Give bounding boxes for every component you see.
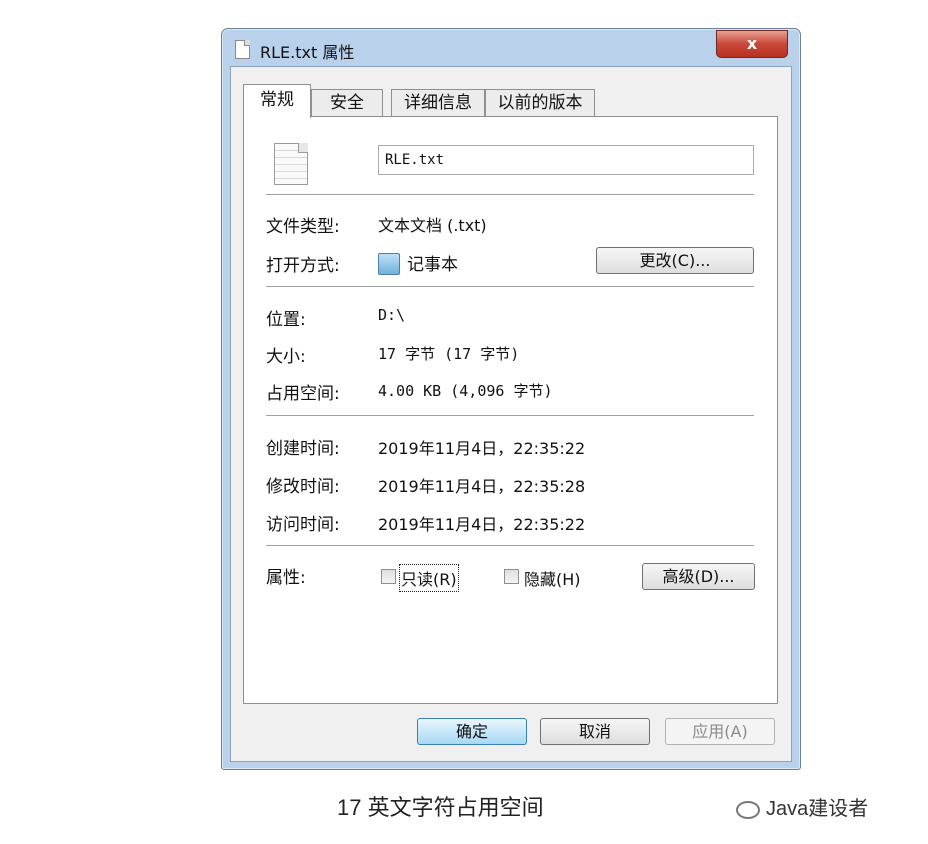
watermark: Java建设者 (736, 792, 868, 821)
attributes-label: 属性: (266, 568, 306, 588)
tab-previous-versions[interactable]: 以前的版本 (485, 89, 595, 117)
readonly-checkbox[interactable] (381, 569, 396, 584)
general-tab-panel: RLE.txt 文件类型: 文本文档 (.txt) 打开方式: 记事本 更改(C… (243, 116, 778, 704)
location-label: 位置: (266, 310, 306, 330)
created-value: 2019年11月4日，22:35:22 (378, 439, 586, 458)
size-label: 大小: (266, 347, 306, 367)
dialog-client: 常规 安全 详细信息 以前的版本 RLE.txt 文件类型: 文本文档 (.tx… (230, 66, 792, 762)
cancel-button[interactable]: 取消 (540, 718, 650, 745)
ok-button[interactable]: 确定 (417, 718, 527, 745)
title-bar[interactable]: RLE.txt 属性 x (222, 29, 800, 65)
tab-general[interactable]: 常规 (243, 84, 311, 118)
window-title: RLE.txt 属性 (260, 43, 355, 62)
modified-value: 2019年11月4日，22:35:28 (378, 477, 586, 496)
divider (266, 415, 754, 416)
watermark-text: Java建设者 (766, 798, 869, 820)
opens-with-value: 记事本 (407, 255, 458, 275)
accessed-label: 访问时间: (266, 515, 340, 535)
location-value: D:\ (378, 306, 406, 324)
tab-details[interactable]: 详细信息 (391, 89, 485, 117)
accessed-value: 2019年11月4日，22:35:22 (378, 515, 586, 534)
divider (266, 545, 754, 546)
figure-caption: 17 英文字符占用空间 (337, 795, 544, 820)
wechat-icon (736, 800, 760, 819)
properties-dialog: RLE.txt 属性 x 常规 安全 详细信息 以前的版本 RLE.txt 文件… (221, 28, 801, 770)
advanced-button[interactable]: 高级(D)... (642, 563, 755, 590)
text-file-icon (274, 143, 308, 185)
file-type-label: 文件类型: (266, 217, 340, 237)
created-label: 创建时间: (266, 439, 340, 459)
size-on-disk-value: 4.00 KB (4,096 字节) (378, 382, 553, 400)
divider (266, 194, 754, 195)
file-icon (235, 40, 250, 59)
apply-button[interactable]: 应用(A) (665, 718, 775, 745)
opens-with-label: 打开方式: (266, 256, 340, 276)
modified-label: 修改时间: (266, 477, 340, 497)
tab-security[interactable]: 安全 (311, 89, 383, 117)
notepad-icon (378, 253, 400, 275)
hidden-checkbox-label[interactable]: 隐藏(H) (524, 566, 581, 590)
size-value: 17 字节 (17 字节) (378, 345, 520, 363)
divider (266, 286, 754, 287)
close-button[interactable]: x (716, 30, 788, 58)
size-on-disk-label: 占用空间: (266, 384, 340, 404)
file-name-input[interactable]: RLE.txt (378, 145, 754, 175)
change-button[interactable]: 更改(C)... (596, 247, 754, 274)
readonly-checkbox-label[interactable]: 只读(R) (399, 564, 459, 592)
file-type-value: 文本文档 (.txt) (378, 216, 487, 235)
hidden-checkbox[interactable] (504, 569, 519, 584)
